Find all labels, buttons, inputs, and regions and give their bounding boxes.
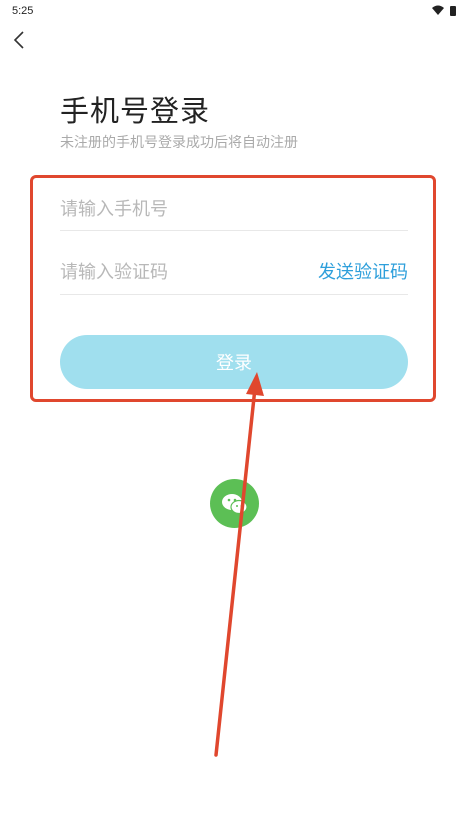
annotation-arrow xyxy=(214,372,264,757)
